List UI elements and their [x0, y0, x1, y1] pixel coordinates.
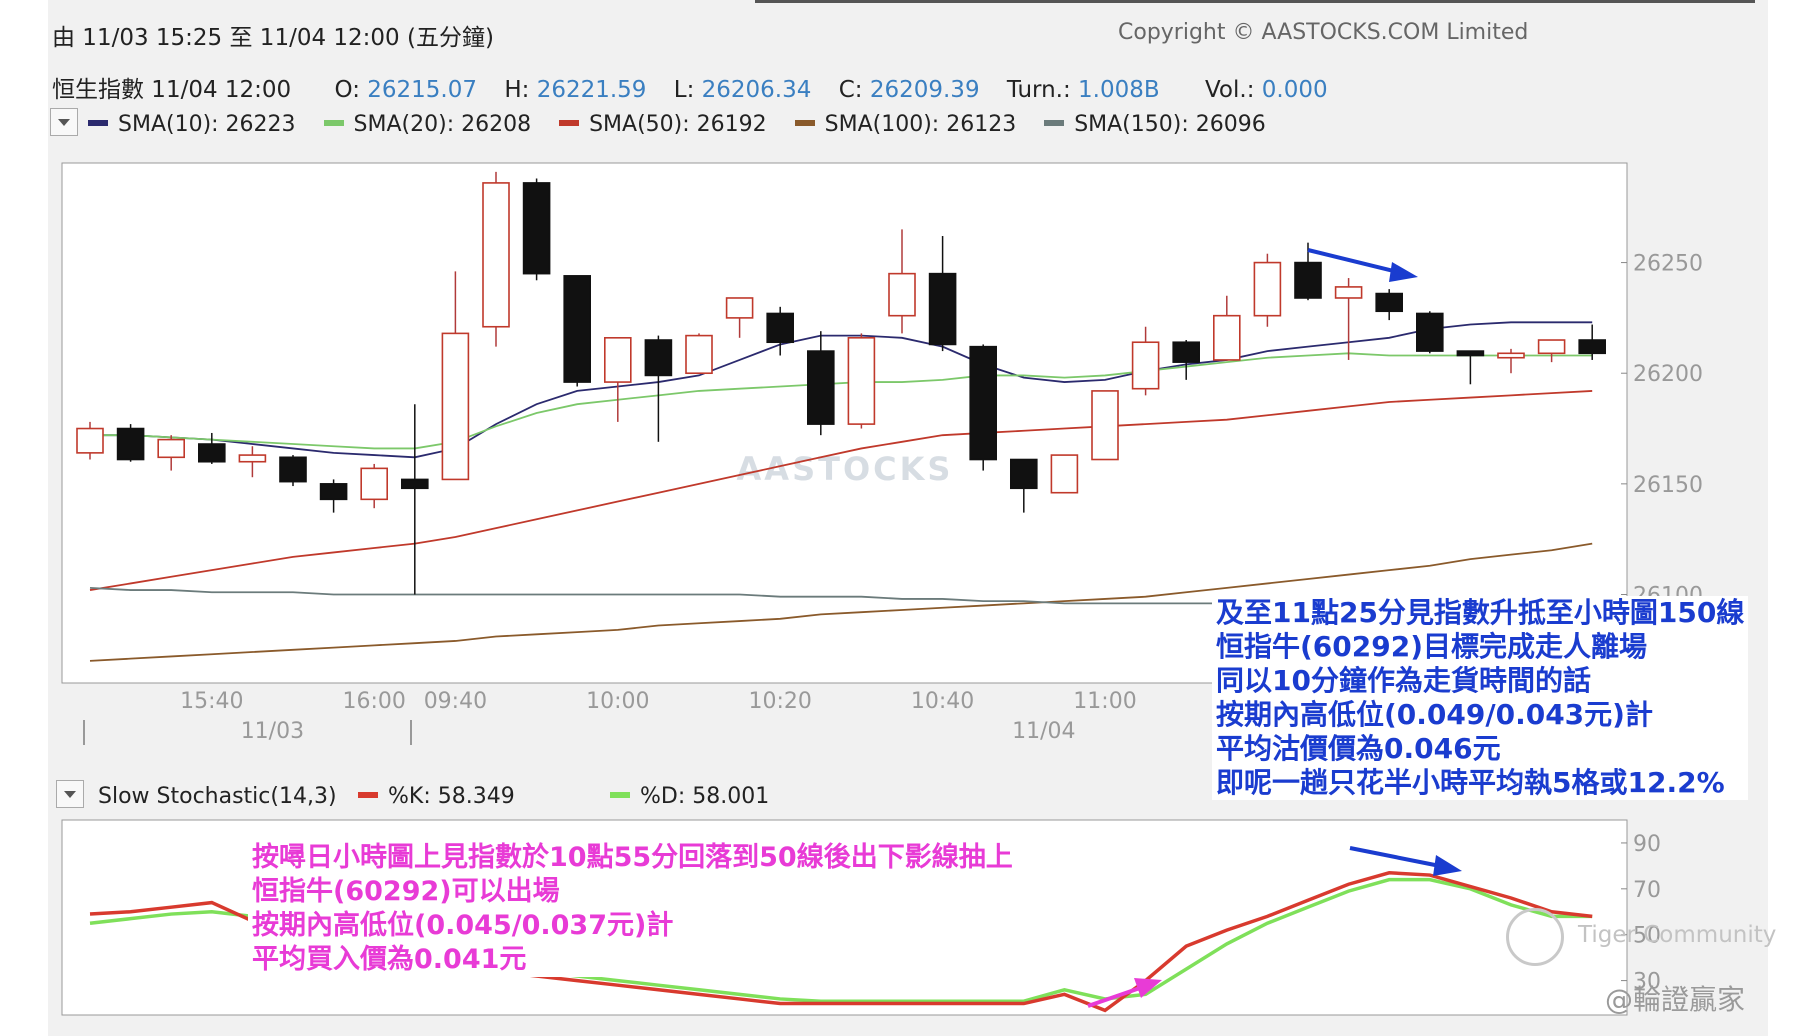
- blue-annotation-line: 恒指牛(60292)目標完成走人離場: [1216, 630, 1648, 663]
- blue-annotation-line: 即呢一趟只花半小時平均執5格或12.2%: [1216, 766, 1725, 799]
- stoch-axis: 30507090: [1633, 832, 1661, 995]
- pink-annotation-line: 恒指牛(60292)可以出場: [252, 876, 560, 907]
- blue-annotation-line: 平均沽價價為0.046元: [1216, 732, 1501, 765]
- community-watermark: Tiger Community: [1578, 922, 1777, 948]
- stoch-tick-label: 90: [1633, 832, 1661, 857]
- pink-annotation-line: 按噚日小時圖上見指數於10點55分回落到50線後出下影線抽上: [252, 842, 1013, 873]
- pink-annotation-line: 平均買入價為0.041元: [252, 944, 527, 975]
- stoch-tick-label: 70: [1633, 878, 1661, 903]
- blue-annotation: 及至11點25分見指數升抵至小時圖150線 恒指牛(60292)目標完成走人離場…: [1212, 596, 1749, 800]
- blue-annotation-line: 及至11點25分見指數升抵至小時圖150線: [1216, 596, 1745, 629]
- blue-annotation-line: 按期內高低位(0.049/0.043元)計: [1216, 698, 1653, 731]
- author-watermark: @輪證贏家: [1605, 983, 1746, 1016]
- pink-annotation: 按噚日小時圖上見指數於10點55分回落到50線後出下影線抽上 恒指牛(60292…: [248, 841, 1017, 977]
- blue-annotation-line: 同以10分鐘作為走貨時間的話: [1216, 664, 1591, 697]
- tiger-logo-icon: [1506, 908, 1564, 966]
- pink-annotation-line: 按期內高低位(0.045/0.037元)計: [252, 910, 674, 941]
